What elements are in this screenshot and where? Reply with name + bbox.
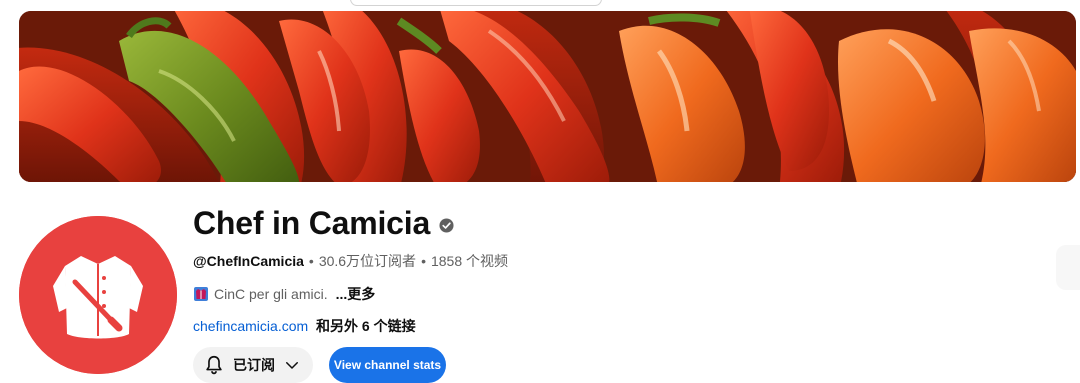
chevron-down-icon	[286, 362, 298, 369]
more-links-link[interactable]: 和另外 6 个链接	[316, 318, 416, 334]
channel-meta: @ChefInCamicia • 30.6万位订阅者 • 1858 个视频	[193, 251, 508, 271]
separator-dot: •	[421, 253, 426, 269]
channel-avatar[interactable]	[19, 216, 177, 374]
channel-handle: @ChefInCamicia	[193, 253, 304, 269]
peppers-banner-image	[19, 11, 1076, 182]
video-count: 1858 个视频	[430, 253, 509, 269]
search-bar-edge[interactable]	[350, 0, 602, 6]
bell-icon	[206, 355, 222, 375]
channel-links: chefincamicia.com 和另外 6 个链接	[193, 316, 416, 336]
subscribed-label: 已订阅	[233, 357, 275, 373]
channel-banner	[19, 11, 1076, 182]
shirt-emoji-icon	[194, 287, 208, 301]
more-description-link[interactable]: ...更多	[336, 284, 376, 304]
subscriber-count: 30.6万位订阅者	[318, 253, 417, 269]
description-text: CinC per gli amici.	[214, 286, 328, 302]
top-search-edge	[0, 0, 1080, 10]
channel-name: Chef in Camicia	[193, 205, 431, 241]
verified-check-icon	[439, 217, 454, 233]
side-panel-edge[interactable]	[1056, 245, 1080, 290]
website-link[interactable]: chefincamicia.com	[193, 318, 308, 334]
view-channel-stats-button[interactable]: View channel stats	[329, 347, 446, 383]
channel-description[interactable]: CinC per gli amici. ...更多	[193, 284, 375, 304]
chef-shirt-logo	[19, 216, 177, 374]
separator-dot: •	[308, 253, 314, 269]
channel-title-row: Chef in Camicia	[193, 202, 454, 244]
subscribed-button[interactable]: 已订阅	[193, 347, 313, 383]
